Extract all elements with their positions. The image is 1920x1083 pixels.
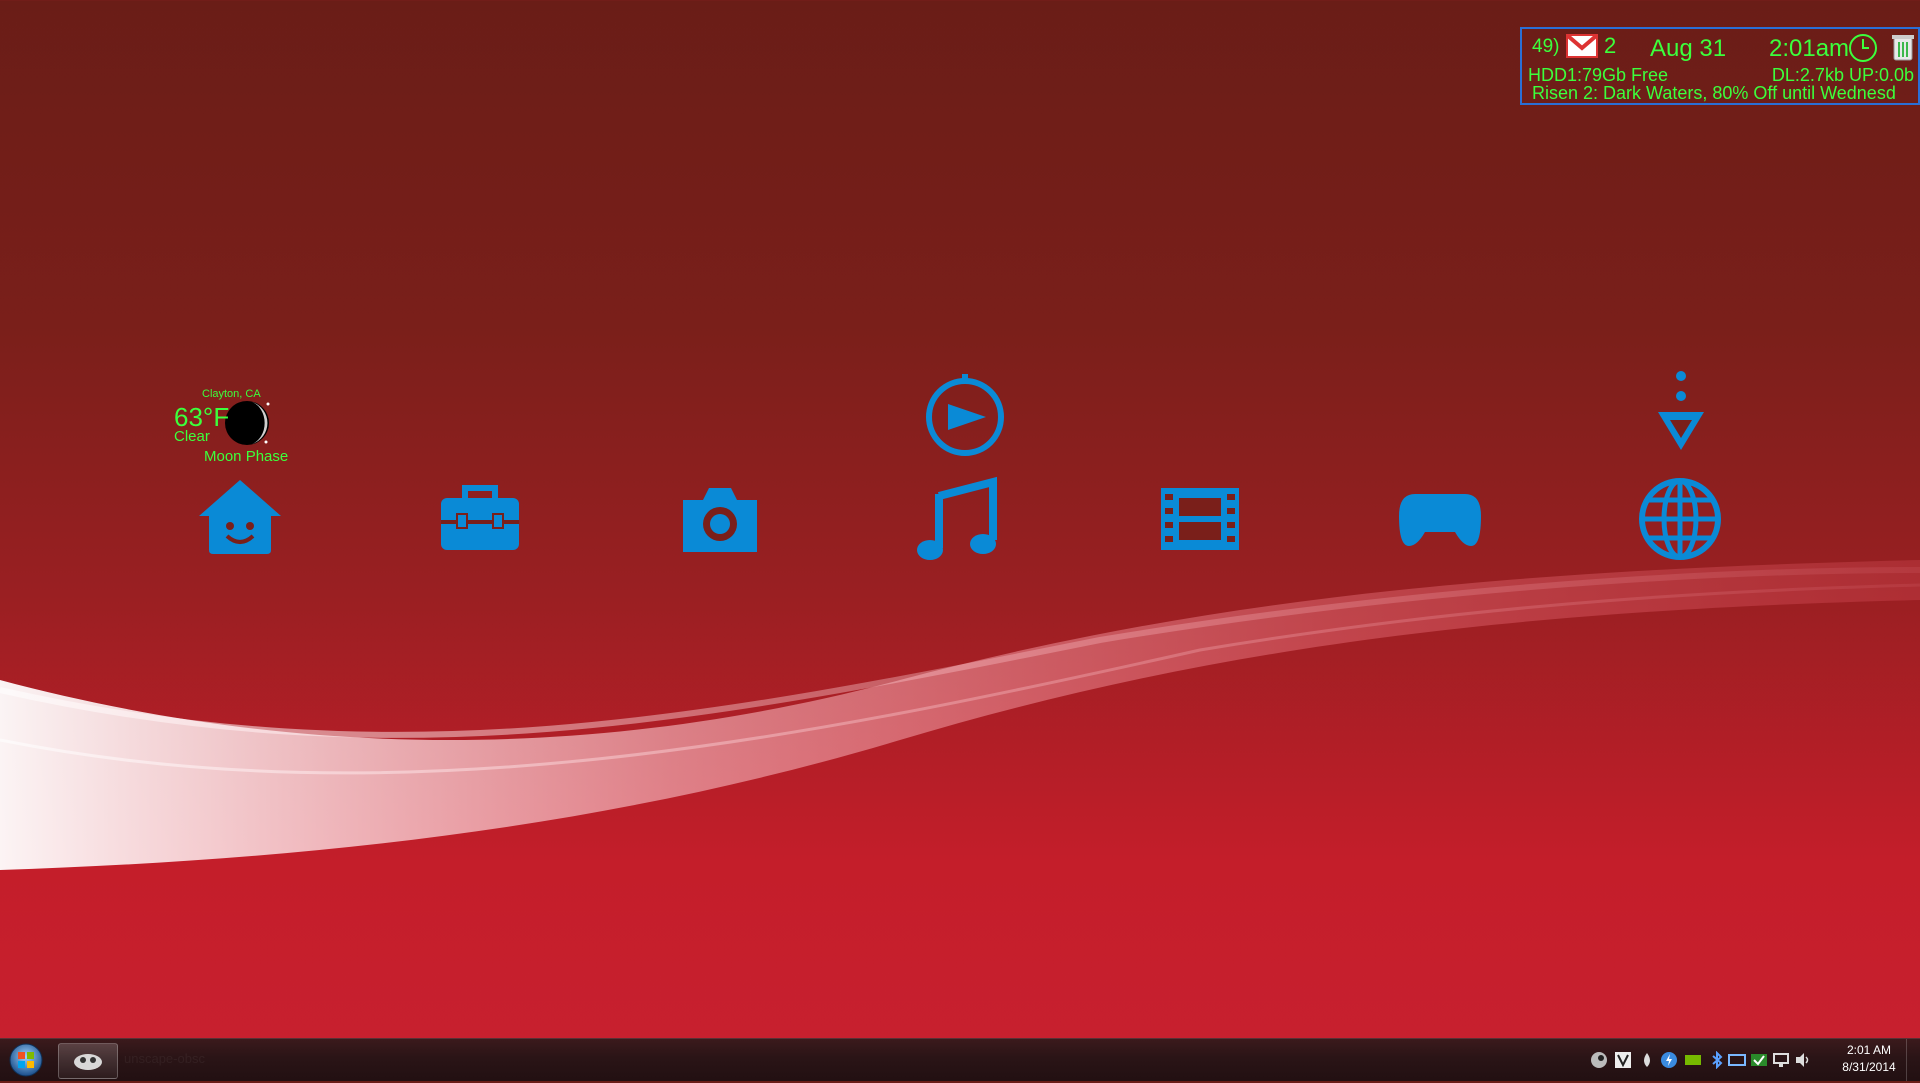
status-date: Aug 31 [1650,35,1727,62]
recycle-bin-icon[interactable] [1890,32,1916,62]
app-icon [74,1054,102,1070]
moon-icon [225,401,270,445]
show-desktop-button[interactable] [1906,1039,1920,1081]
home-icon[interactable] [197,476,283,562]
lightning-icon[interactable] [1660,1051,1678,1069]
task-label: unscape-obsc [124,1051,205,1066]
camera-icon[interactable] [677,476,763,562]
volume-level: 49) [1532,36,1560,57]
clock-icon [1849,34,1877,62]
taskbar-clock-time[interactable]: 2:01 AM [1834,1043,1904,1057]
start-button[interactable] [4,1042,48,1078]
gmail-icon[interactable] [1566,34,1598,58]
weather-condition: Clear [174,428,210,445]
taskbar-app-button[interactable] [58,1043,118,1079]
droplet-icon[interactable] [1638,1051,1656,1069]
status-widget: 49) 2 Aug 31 2:01am HDD1:79Gb Free DL:2.… [1520,27,1920,105]
check-icon[interactable] [1750,1051,1768,1069]
gamepad-icon[interactable] [1397,476,1483,562]
bluetooth-icon[interactable] [1708,1051,1726,1069]
status-time: 2:01am [1769,35,1850,62]
nvidia-icon[interactable] [1684,1051,1702,1069]
weather-widget: Clayton, CA 63°F Clear Moon Phase [170,384,300,465]
music-icon[interactable] [917,476,1003,562]
download-arrow-icon[interactable] [1638,370,1724,456]
network-icon[interactable] [1772,1051,1790,1069]
v-icon[interactable] [1614,1051,1632,1069]
keyboard-icon[interactable] [1728,1051,1746,1069]
mail-count: 2 [1604,33,1617,58]
steam-icon[interactable] [1590,1051,1608,1069]
globe-icon[interactable] [1637,476,1723,562]
toolbox-icon[interactable] [437,476,523,562]
taskbar: unscape-obsc 2:01 AM 8/31/2014 [0,1038,1920,1081]
taskbar-clock-date[interactable]: 8/31/2014 [1834,1060,1904,1074]
steam-promo[interactable]: Risen 2: Dark Waters, 80% Off until Wedn… [1532,83,1918,104]
moon-phase-label: Moon Phase [204,448,289,465]
volume-icon[interactable] [1794,1051,1812,1069]
play-circle-icon[interactable] [922,374,1008,460]
film-icon[interactable] [1157,476,1243,562]
